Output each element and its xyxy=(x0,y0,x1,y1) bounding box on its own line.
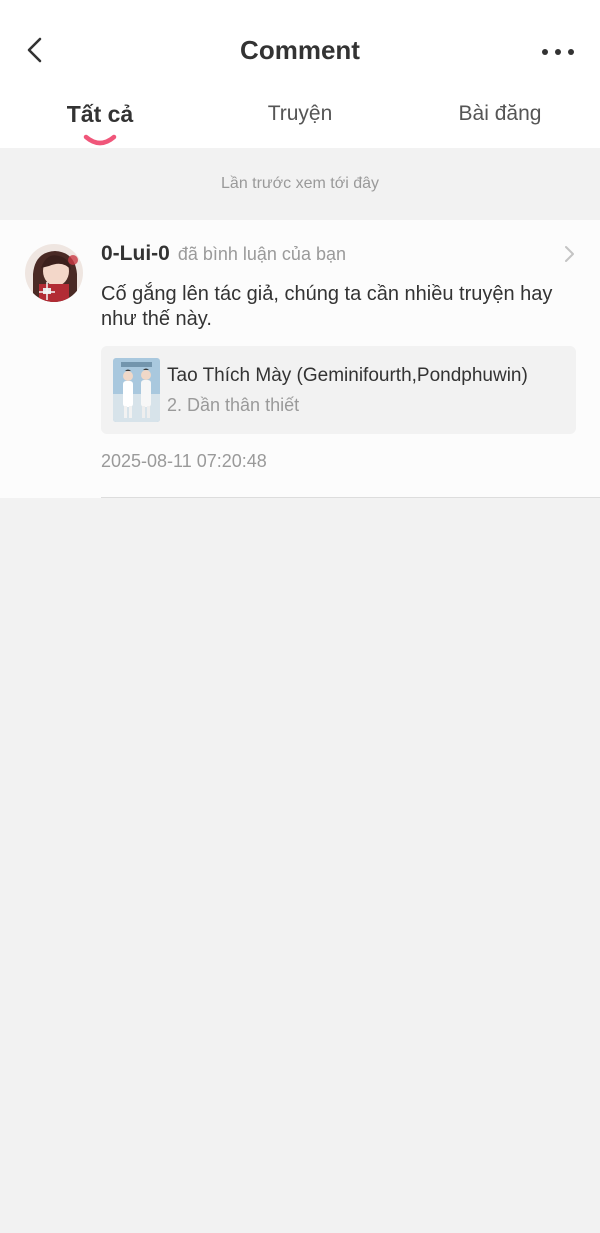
chevron-right-icon[interactable] xyxy=(562,244,576,264)
more-options-button[interactable] xyxy=(538,38,578,66)
active-tab-indicator xyxy=(83,134,117,146)
tab-posts[interactable]: Bài đăng xyxy=(440,96,560,148)
app-header: Comment Tất cả Truyện Bài đăng xyxy=(0,0,600,148)
username[interactable]: 0-Lui-0 xyxy=(101,242,170,265)
tab-stories[interactable]: Truyện xyxy=(240,96,360,148)
last-seen-divider: Lần trước xem tới đây xyxy=(0,148,600,220)
page-title: Comment xyxy=(240,35,360,65)
story-cover-image xyxy=(113,358,160,422)
action-text: đã bình luận của bạn xyxy=(177,244,346,264)
card-divider xyxy=(101,497,600,498)
story-title: Tao Thích Mày (Geminifourth,Pondphuwin) xyxy=(167,365,528,386)
comment-notification-card[interactable]: 0-Lui-0 đã bình luận của bạn Cố gắng lên … xyxy=(0,220,600,498)
comment-timestamp: 2025-08-11 07:20:48 xyxy=(101,451,267,471)
notification-header: 0-Lui-0 đã bình luận của bạn xyxy=(101,242,346,270)
avatar[interactable] xyxy=(25,244,83,302)
more-dots-icon xyxy=(542,49,574,55)
comment-text: Cố gắng lên tác giả, chúng ta cần nhiều … xyxy=(101,283,553,330)
story-reference[interactable]: Tao Thích Mày (Geminifourth,Pondphuwin) … xyxy=(101,346,576,434)
story-chapter: 2. Dần thân thiết xyxy=(167,395,300,415)
